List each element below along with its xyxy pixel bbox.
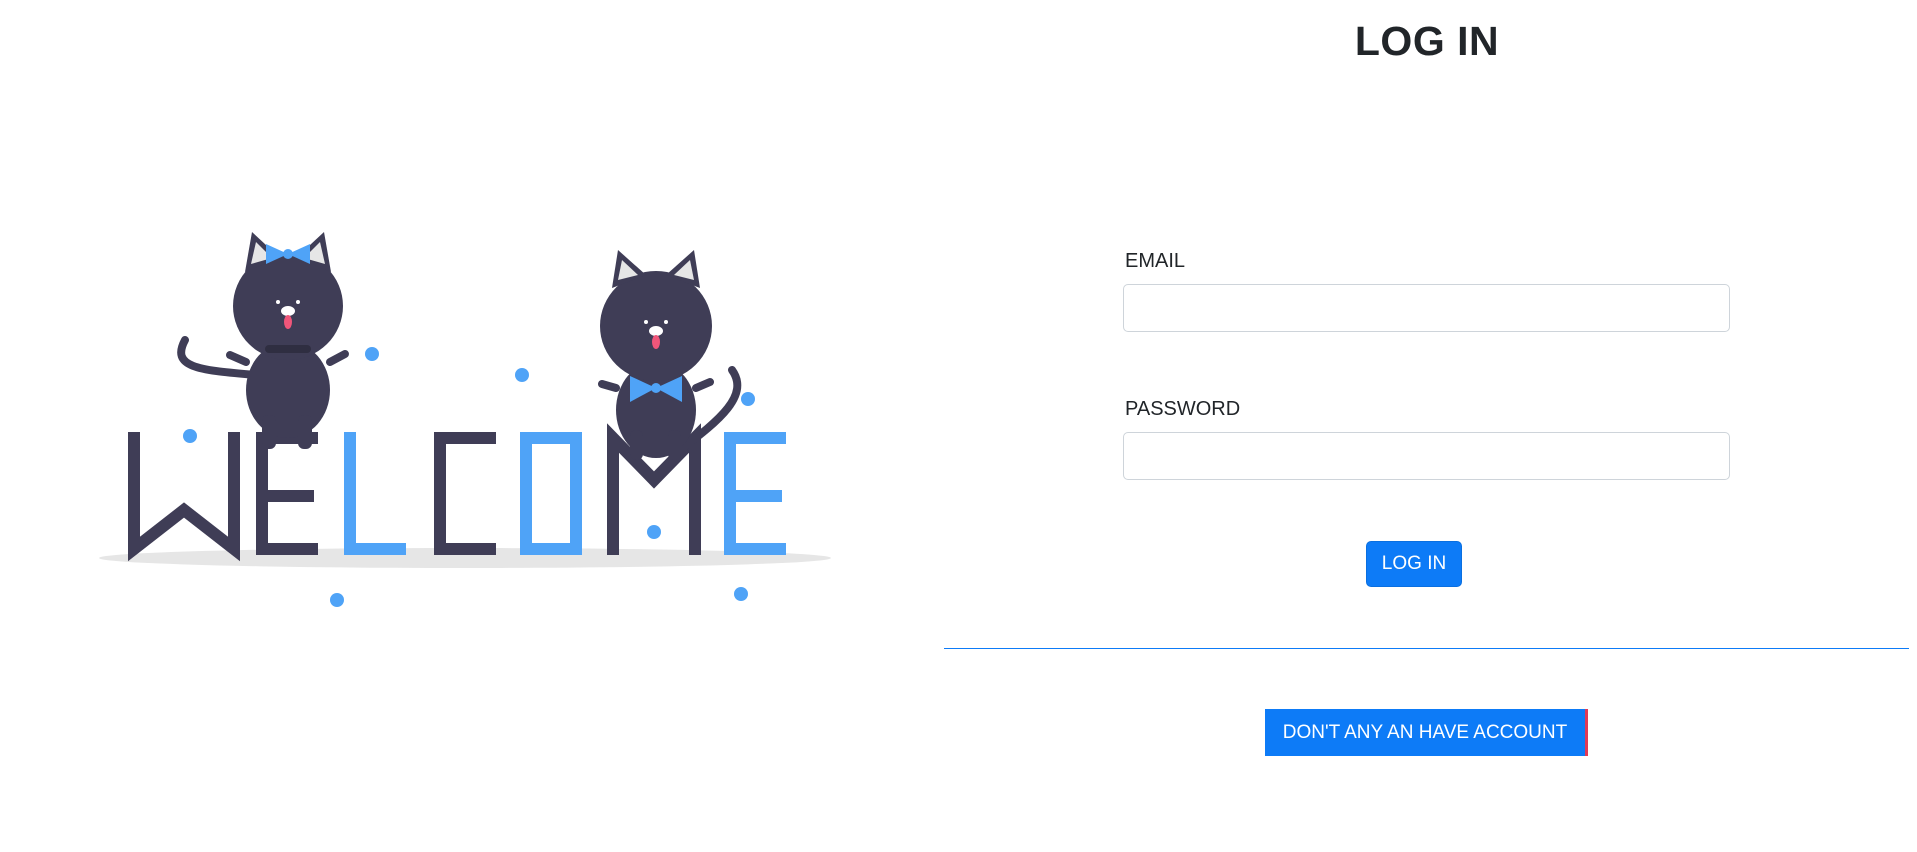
welcome-letters <box>128 423 786 562</box>
letter-l <box>344 432 406 555</box>
page-title: LOG IN <box>1354 18 1500 64</box>
email-label: EMAIL <box>1125 250 1186 272</box>
login-page: LOG IN EMAIL PASSWORD LOG IN DON'T ANY A… <box>0 0 1917 852</box>
divider <box>944 648 1909 649</box>
letter-o <box>520 432 582 555</box>
welcome-illustration <box>90 220 840 620</box>
create-account-button[interactable]: DON'T ANY AN HAVE ACCOUNT <box>1265 709 1588 756</box>
password-field[interactable] <box>1123 432 1730 480</box>
email-field[interactable] <box>1123 284 1730 332</box>
letter-w <box>128 432 240 562</box>
cat-left <box>177 232 349 449</box>
password-group: PASSWORD <box>1123 396 1730 480</box>
login-button[interactable]: LOG IN <box>1366 541 1462 587</box>
password-label: PASSWORD <box>1125 398 1241 420</box>
email-group: EMAIL <box>1123 248 1730 332</box>
cat-right <box>598 250 742 460</box>
letter-c <box>434 432 496 555</box>
welcome-cats-image <box>99 232 831 607</box>
